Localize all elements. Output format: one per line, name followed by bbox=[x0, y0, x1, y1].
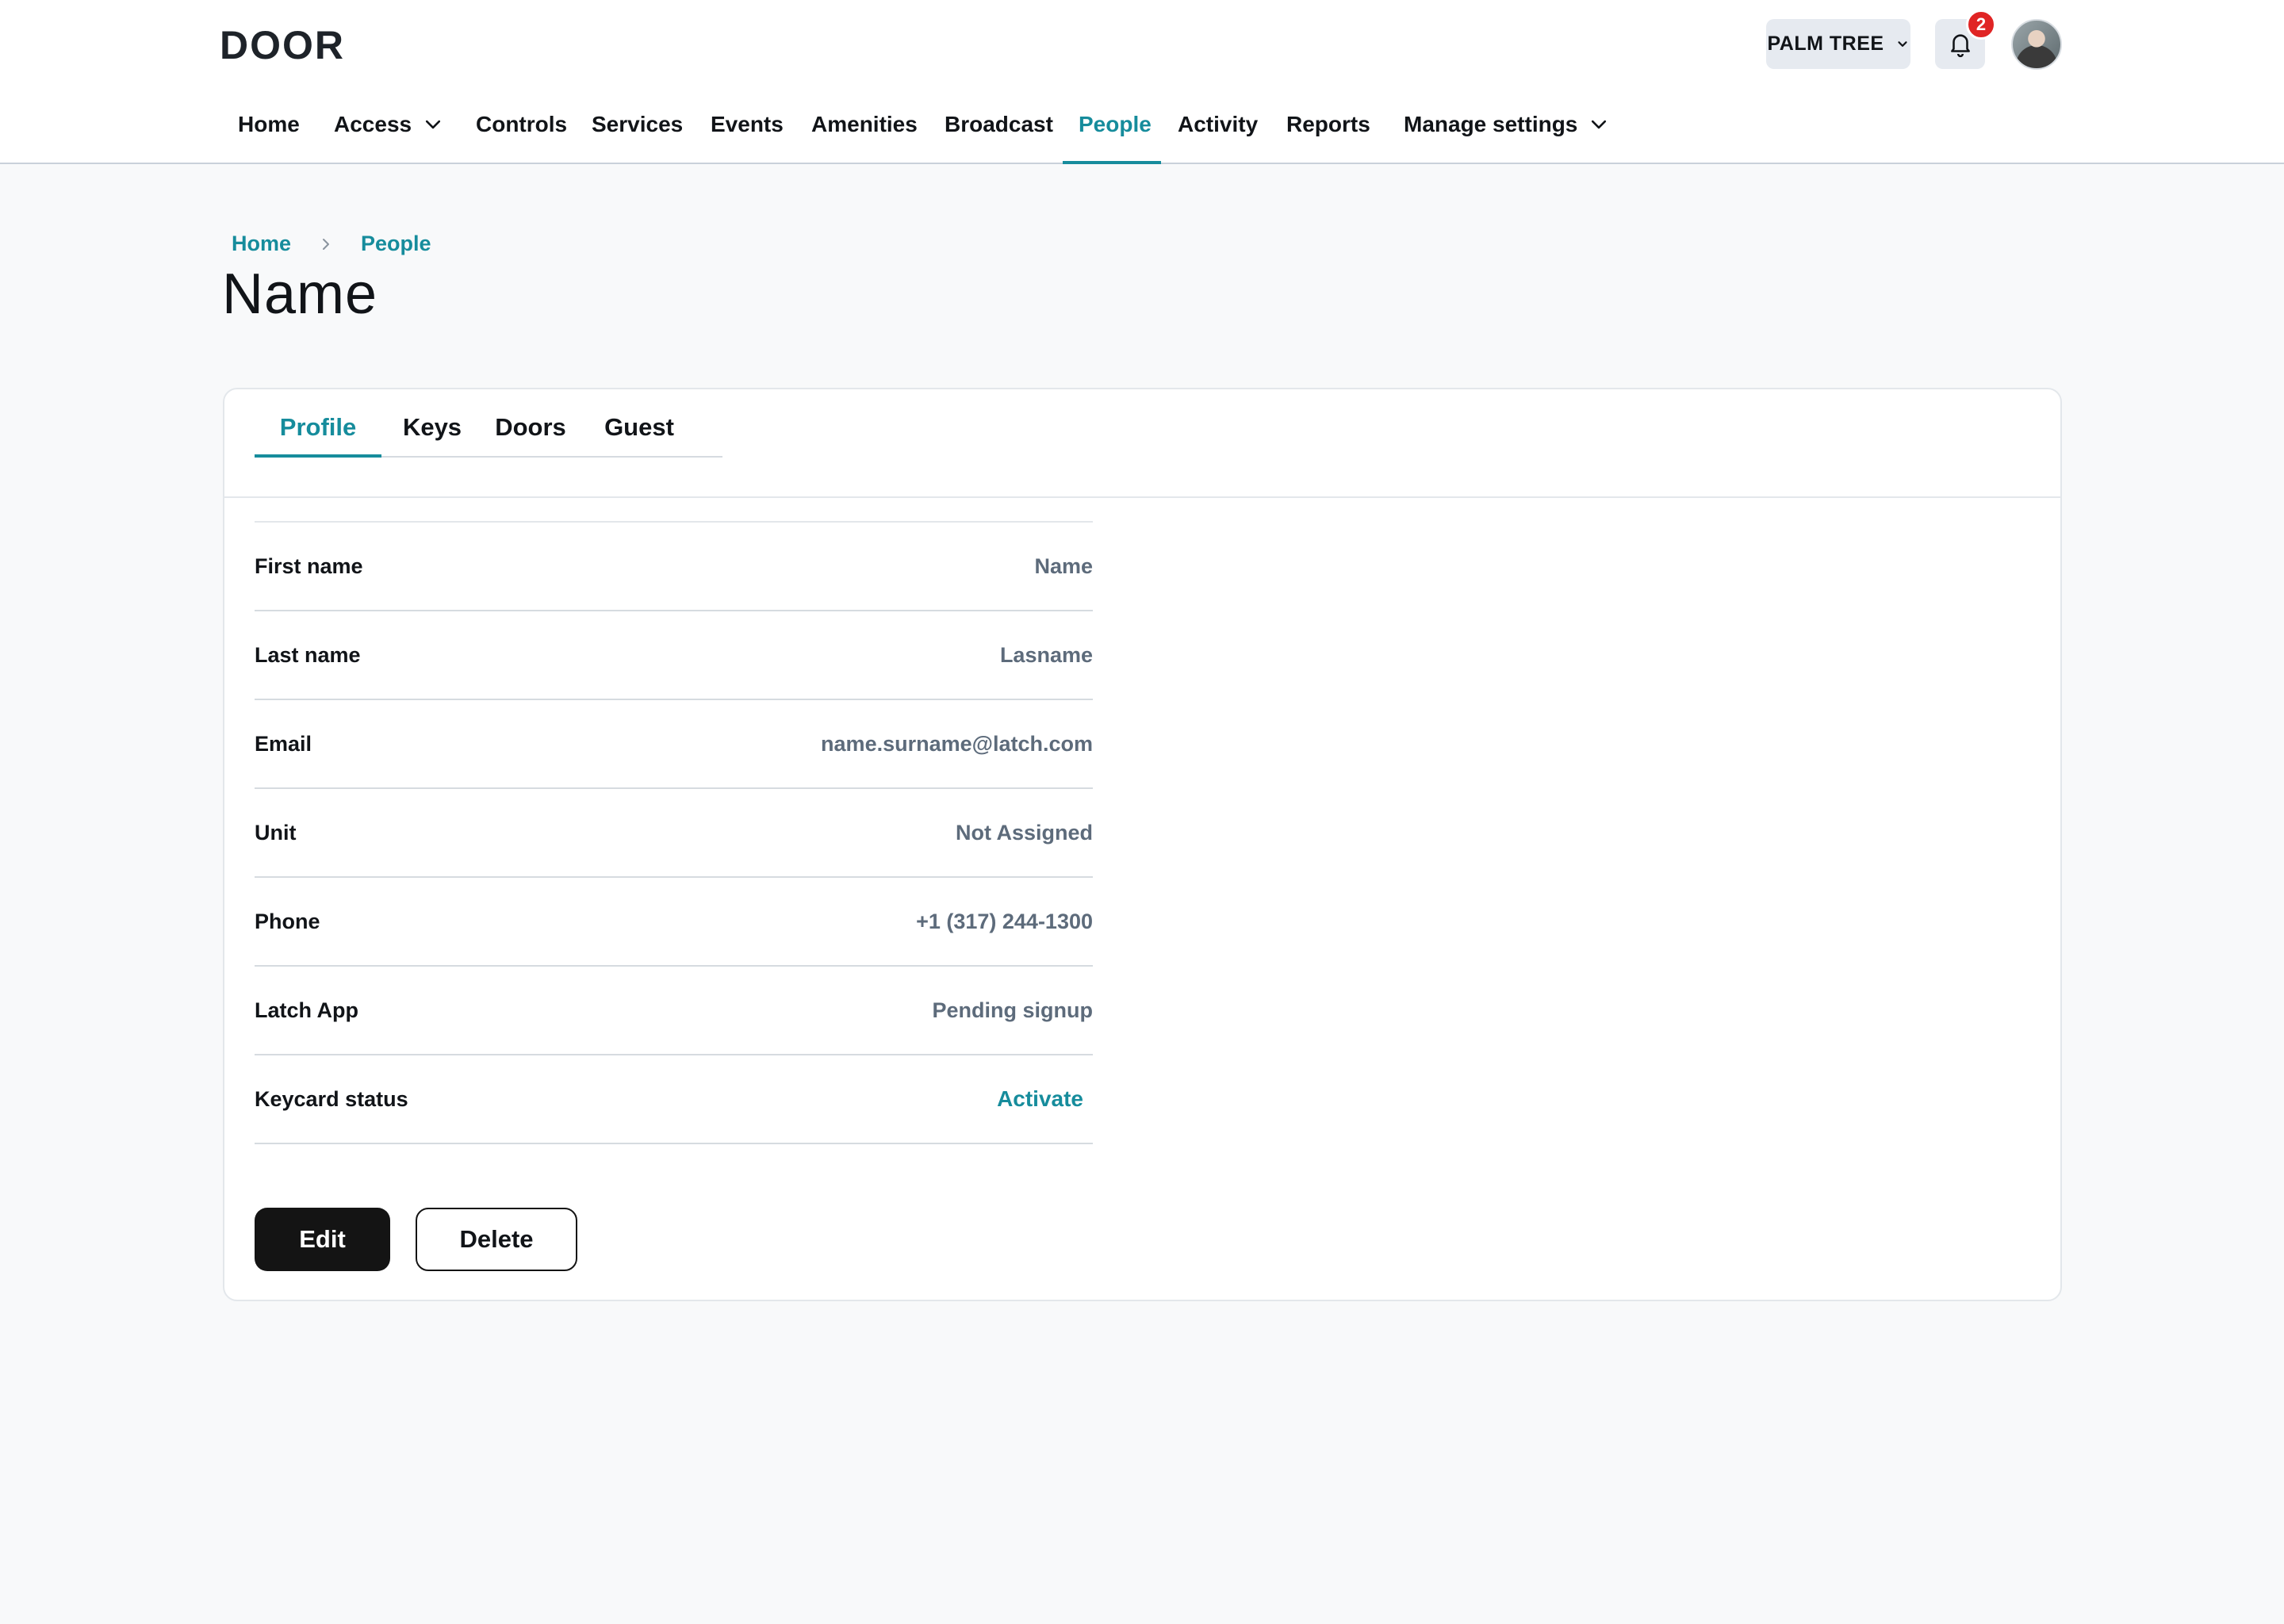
chevron-right-icon bbox=[323, 238, 330, 250]
nav-item-amenities[interactable]: Amenities bbox=[811, 101, 918, 164]
tab-label: Profile bbox=[279, 413, 357, 441]
field-label: Phone bbox=[255, 909, 320, 933]
property-selector-label: PALM TREE bbox=[1767, 33, 1884, 55]
tab-label: Keys bbox=[402, 413, 462, 441]
nav-item-label: Events bbox=[711, 112, 784, 136]
chevron-down-icon bbox=[1592, 120, 1607, 129]
field-first-name: First name Name bbox=[255, 523, 1093, 611]
tab-profile[interactable]: Profile bbox=[255, 413, 381, 458]
tab-keys[interactable]: Keys bbox=[393, 413, 472, 458]
field-label: Email bbox=[255, 731, 312, 756]
field-keycard-status: Keycard status Activate bbox=[255, 1055, 1093, 1144]
breadcrumb: Home People bbox=[232, 232, 431, 256]
field-value: +1 (317) 244-1300 bbox=[916, 909, 1093, 933]
nav-item-manage-settings[interactable]: Manage settings bbox=[1404, 101, 1609, 164]
nav-item-events[interactable]: Events bbox=[711, 101, 784, 164]
tab-doors[interactable]: Doors bbox=[487, 413, 574, 458]
nav-item-broadcast[interactable]: Broadcast bbox=[945, 101, 1053, 164]
field-value: name.surname@latch.com bbox=[821, 731, 1093, 756]
main-nav: Home Access Controls Services Events Ame… bbox=[0, 101, 2284, 164]
tab-bar: Profile Keys Doors Guest bbox=[255, 413, 722, 458]
nav-item-label: Broadcast bbox=[945, 112, 1053, 136]
nav-item-services[interactable]: Services bbox=[592, 101, 683, 164]
active-nav-indicator bbox=[1063, 161, 1161, 164]
nav-item-access[interactable]: Access bbox=[334, 101, 443, 164]
user-avatar[interactable] bbox=[2011, 19, 2062, 70]
profile-card: Profile Keys Doors Guest First name Name… bbox=[223, 388, 2062, 1301]
nav-item-people[interactable]: People bbox=[1079, 101, 1152, 164]
nav-item-label: Home bbox=[238, 112, 300, 136]
field-email: Email name.surname@latch.com bbox=[255, 700, 1093, 789]
field-value: Lasname bbox=[999, 642, 1093, 667]
active-tab-indicator bbox=[255, 454, 381, 458]
nav-item-activity[interactable]: Activity bbox=[1178, 101, 1258, 164]
nav-item-label: People bbox=[1079, 112, 1152, 136]
nav-item-label: Activity bbox=[1178, 112, 1259, 136]
field-value: Pending signup bbox=[932, 998, 1094, 1022]
field-value: Name bbox=[1034, 553, 1093, 578]
nav-item-label: Services bbox=[592, 112, 684, 136]
nav-item-controls[interactable]: Controls bbox=[476, 101, 567, 164]
profile-fields: First name Name Last name Lasname Email … bbox=[255, 521, 1093, 1144]
field-last-name: Last name Lasname bbox=[255, 611, 1093, 700]
field-label: First name bbox=[255, 553, 363, 578]
field-value: Not Assigned bbox=[955, 820, 1093, 845]
tab-guest[interactable]: Guest bbox=[588, 413, 691, 458]
nav-item-home[interactable]: Home bbox=[238, 101, 300, 164]
field-label: Unit bbox=[255, 820, 297, 845]
nav-item-reports[interactable]: Reports bbox=[1286, 101, 1370, 164]
field-phone: Phone +1 (317) 244-1300 bbox=[255, 878, 1093, 967]
property-selector[interactable]: PALM TREE bbox=[1766, 19, 1910, 69]
breadcrumb-people[interactable]: People bbox=[361, 232, 431, 256]
tabs-divider bbox=[224, 496, 2060, 498]
nav-item-label: Reports bbox=[1286, 112, 1370, 136]
field-label: Latch App bbox=[255, 998, 358, 1022]
field-latch-app: Latch App Pending signup bbox=[255, 967, 1093, 1055]
tab-label: Doors bbox=[495, 413, 566, 441]
nav-item-label: Access bbox=[334, 112, 412, 136]
delete-button[interactable]: Delete bbox=[416, 1208, 577, 1271]
notification-count-badge: 2 bbox=[1966, 10, 1996, 40]
top-header: DOOR PALM TREE 2 Home Access Controls Se… bbox=[0, 0, 2284, 164]
breadcrumb-home[interactable]: Home bbox=[232, 232, 291, 256]
tab-label: Guest bbox=[604, 413, 674, 441]
page-title: Name bbox=[222, 262, 378, 326]
nav-item-label: Controls bbox=[476, 112, 568, 136]
nav-item-label: Manage settings bbox=[1404, 112, 1578, 136]
field-label: Keycard status bbox=[255, 1086, 408, 1111]
chevron-down-icon bbox=[425, 120, 441, 129]
nav-item-label: Amenities bbox=[811, 112, 918, 136]
activate-keycard-link[interactable]: Activate bbox=[997, 1086, 1083, 1112]
field-unit: Unit Not Assigned bbox=[255, 789, 1093, 878]
app-logo[interactable]: DOOR bbox=[220, 22, 345, 68]
field-label: Last name bbox=[255, 642, 361, 667]
edit-button[interactable]: Edit bbox=[255, 1208, 390, 1271]
chevron-down-icon bbox=[1897, 40, 1907, 47]
